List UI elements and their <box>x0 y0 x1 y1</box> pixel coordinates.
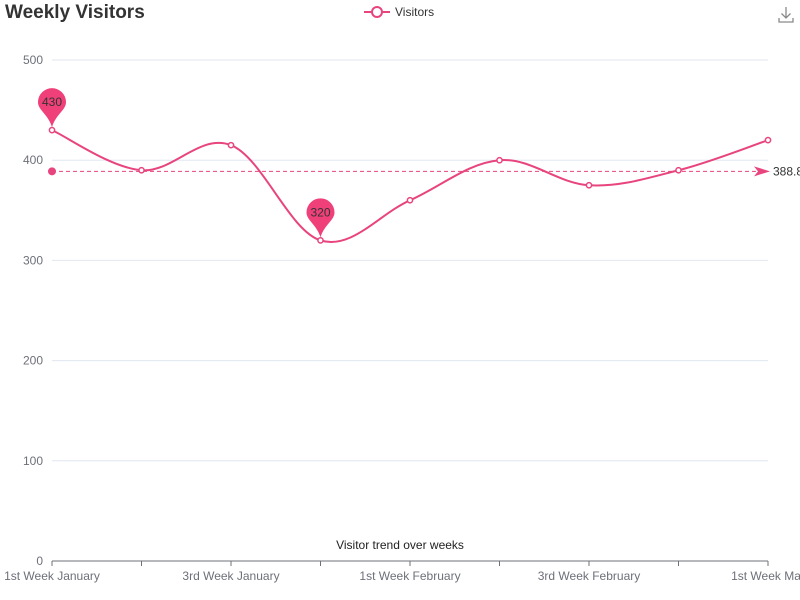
mark-pin-max: 430 <box>38 88 66 128</box>
y-tick-label: 200 <box>23 354 43 368</box>
y-tick-label: 400 <box>23 153 43 167</box>
x-tick-label: 1st Week Mar <box>731 569 800 583</box>
mark-pin-label: 320 <box>310 205 330 219</box>
data-point <box>138 166 145 174</box>
data-point <box>317 237 324 244</box>
data-point <box>406 196 414 204</box>
chart-subtitle: Visitor trend over weeks <box>336 538 464 552</box>
x-tick-label: 1st Week January <box>4 569 100 583</box>
mark-pin-label: 430 <box>42 95 62 109</box>
data-point <box>675 166 682 174</box>
mark-pin-min: 320 <box>306 198 335 238</box>
data-point <box>496 156 503 164</box>
data-point <box>227 141 235 149</box>
data-point <box>764 136 772 144</box>
y-tick-label: 0 <box>36 554 43 568</box>
x-tick-label: 1st Week February <box>359 569 460 583</box>
line-chart: 0 100 200 300 400 500 1st Week January 3rd Week… <box>4 53 800 583</box>
average-line-arrow <box>754 166 770 177</box>
x-tick-label: 3rd Week January <box>182 569 279 583</box>
average-line-start <box>48 167 56 176</box>
data-point <box>48 126 56 134</box>
average-line-label: 388.8 <box>773 164 800 178</box>
y-tick-label: 500 <box>23 53 43 67</box>
y-tick-label: 100 <box>23 454 43 468</box>
x-tick-label: 3rd Week February <box>538 569 641 583</box>
data-point <box>585 181 593 189</box>
y-tick-label: 300 <box>23 253 43 267</box>
series-line-visitors <box>51 129 769 243</box>
